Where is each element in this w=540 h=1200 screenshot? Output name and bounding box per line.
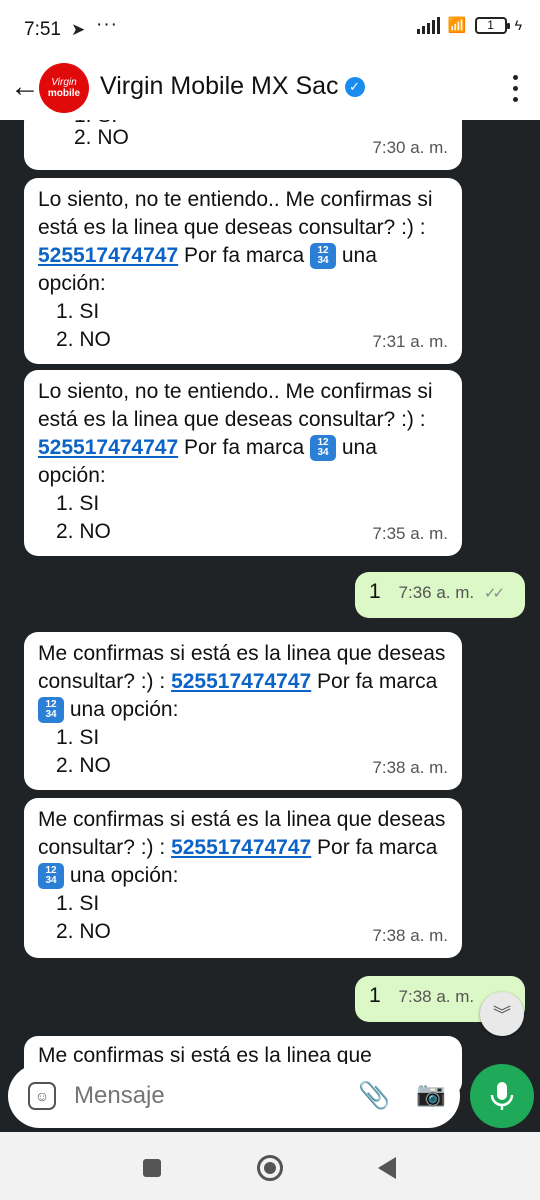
system-nav-bar <box>0 1132 540 1200</box>
camera-icon[interactable]: 📷 <box>416 1080 446 1109</box>
double-chevron-down-icon: ︾ <box>493 1005 511 1025</box>
attach-paperclip-icon[interactable]: 📎 <box>358 1080 390 1111</box>
numbers-emoji-icon: 12 34 <box>38 863 64 890</box>
chat-header: ← Virgin mobile Virgin Mobile MX Sac ✓ <box>0 60 540 120</box>
battery-icon: 1 <box>474 16 510 34</box>
incoming-message[interactable]: Me confirmas si está es la linea que des… <box>24 798 462 958</box>
avatar[interactable]: Virgin mobile <box>39 63 89 113</box>
double-check-icon: ✓✓ <box>483 585 505 602</box>
nav-back-button[interactable] <box>378 1157 396 1179</box>
avatar-logo-subtext: mobile <box>47 88 81 99</box>
message-list[interactable]: 1. SI 2. NO 7:30 a. m. Lo siento, no te … <box>0 120 540 1132</box>
option-item: 1. SI <box>56 892 100 915</box>
message-time: 7:30 a. m. <box>372 138 448 157</box>
status-bar: 7:51 ➤ ··· 📶 1 ϟ <box>0 0 540 60</box>
composer: ☺ 📎 📷 <box>8 1064 460 1128</box>
message-time: 7:31 a. m. <box>372 332 448 351</box>
numbers-emoji-icon: 12 34 <box>310 243 337 270</box>
incoming-message[interactable]: 1. SI 2. NO 7:30 a. m. <box>24 120 462 170</box>
chat-title[interactable]: Virgin Mobile MX Sac ✓ <box>100 72 365 101</box>
avatar-logo-text: Virgin <box>51 77 77 88</box>
home-button[interactable] <box>257 1155 283 1181</box>
message-input[interactable] <box>74 1082 334 1110</box>
battery-level: 1 <box>487 18 494 32</box>
back-arrow-icon[interactable]: ← <box>10 70 40 104</box>
voice-message-button[interactable] <box>470 1064 534 1128</box>
message-text: 1 <box>369 580 381 603</box>
option-item: 1. SI <box>56 726 100 749</box>
option-item: 1. SI <box>56 492 100 515</box>
contact-name: Virgin Mobile MX Sac <box>100 72 339 100</box>
phone-link[interactable]: 525517474747 <box>171 836 311 859</box>
outgoing-message[interactable]: 1 7:36 a. m. ✓✓ <box>355 572 525 618</box>
charging-icon: ϟ <box>514 17 522 33</box>
message-text: Me confirmas si está es la linea que des… <box>38 640 448 724</box>
telegram-icon: ➤ <box>71 20 86 39</box>
incoming-message[interactable]: Lo siento, no te entiendo.. Me confirmas… <box>24 178 462 364</box>
phone-link[interactable]: 525517474747 <box>38 244 178 267</box>
message-text: 1 <box>369 984 381 1007</box>
message-text: Me confirmas si está es la linea que des… <box>38 806 448 890</box>
wifi-icon: 📶 <box>447 17 467 34</box>
message-time: 7:38 a. m. <box>372 758 448 777</box>
numbers-emoji-icon: 12 34 <box>38 697 64 724</box>
message-time: 7:38 a. m. <box>398 987 475 1006</box>
recents-button[interactable] <box>143 1159 161 1177</box>
microphone-icon <box>490 1082 514 1110</box>
phone-link[interactable]: 525517474747 <box>171 670 311 693</box>
incoming-message[interactable]: Lo siento, no te entiendo.. Me confirmas… <box>24 370 462 556</box>
message-text: Lo siento, no te entiendo.. Me confirmas… <box>38 188 433 295</box>
numbers-emoji-icon: 12 34 <box>310 435 337 462</box>
message-time: 7:36 a. m. <box>398 583 475 602</box>
verified-badge-icon: ✓ <box>344 76 365 97</box>
message-time: 7:35 a. m. <box>372 524 448 543</box>
message-time: 7:38 a. m. <box>372 926 448 945</box>
phone-link[interactable]: 525517474747 <box>38 436 178 459</box>
sticker-icon[interactable]: ☺ <box>28 1082 56 1110</box>
incoming-message[interactable]: Me confirmas si está es la linea que des… <box>24 632 462 790</box>
message-text: Lo siento, no te entiendo.. Me confirmas… <box>38 380 433 487</box>
option-item: 1. SI <box>56 300 100 323</box>
signal-icon <box>416 16 440 34</box>
status-time: 7:51 <box>24 19 61 40</box>
option-item: 2. NO <box>74 126 129 149</box>
overflow-menu-icon[interactable] <box>510 72 520 105</box>
more-notifications-icon: ··· <box>96 14 118 35</box>
scroll-to-bottom-button[interactable]: ︾ <box>480 992 524 1036</box>
